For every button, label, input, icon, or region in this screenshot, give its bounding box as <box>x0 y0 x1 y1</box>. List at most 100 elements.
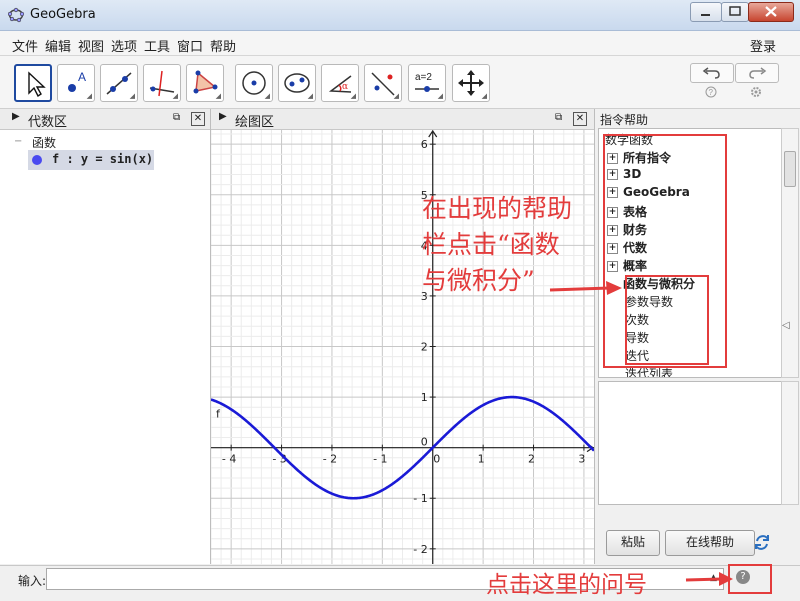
tool-point[interactable]: A ◢ <box>57 64 95 102</box>
gear-icon[interactable] <box>750 86 762 101</box>
algebra-item-row[interactable]: f : y = sin(x) <box>28 150 154 170</box>
tool-circle[interactable]: ◢ <box>235 64 273 102</box>
command-tree-label: 迭代 <box>625 349 650 363</box>
origin-label: 0 <box>421 436 428 449</box>
command-tree-item[interactable]: + 概率 <box>607 257 647 274</box>
expand-plus-icon[interactable]: + <box>607 261 618 272</box>
graphics-close-icon[interactable]: ✕ <box>573 112 587 126</box>
command-tree-item[interactable]: + 所有指令 <box>607 149 671 166</box>
minimize-button[interactable] <box>690 2 722 22</box>
command-tree-label: 所有指令 <box>623 151 672 165</box>
command-tree-label: 次数 <box>625 313 650 327</box>
x-tick-label: 2 <box>528 453 535 466</box>
command-tree-label: 参数导数 <box>625 295 674 309</box>
menu-view[interactable]: 视图 <box>78 36 104 55</box>
paste-button[interactable]: 粘贴 <box>606 530 660 556</box>
expand-plus-icon[interactable]: + <box>607 207 618 218</box>
command-tree-item[interactable]: 导数 <box>625 329 649 346</box>
tool-slider[interactable]: a=2 ◢ <box>408 64 446 102</box>
input-help-icon[interactable]: ? <box>736 570 750 584</box>
redo-button[interactable] <box>735 63 779 83</box>
expand-plus-icon[interactable]: + <box>607 243 618 254</box>
redo-icon <box>749 67 767 79</box>
slider-label: a=2 <box>415 72 432 83</box>
x-tick-label: - 1 <box>373 453 387 466</box>
algebra-close-icon[interactable]: ✕ <box>191 112 205 126</box>
command-tree-item[interactable]: +3D <box>607 167 641 181</box>
algebra-item-formula: f : y = sin(x) <box>52 152 154 166</box>
close-window-button[interactable] <box>748 2 794 22</box>
input-dropdown-icon[interactable]: ▲ <box>710 573 717 583</box>
command-tree-item[interactable]: + GeoGebra <box>607 185 690 199</box>
undock-icon[interactable]: ⧉ <box>173 112 180 123</box>
command-syntax-area[interactable] <box>598 381 782 505</box>
tool-perpendicular[interactable]: ◢ <box>143 64 181 102</box>
window-title: GeoGebra <box>30 7 96 22</box>
algebra-view-title: 代数区 <box>28 115 68 130</box>
command-tree-item[interactable]: 次数 <box>625 311 649 328</box>
tree-scrollbar[interactable] <box>781 128 799 378</box>
command-tree-item[interactable]: + 财务 <box>607 221 647 238</box>
y-tick-label: - 2 <box>413 543 427 556</box>
toolbar: A ◢ ◢ ◢ ◢ ◢ ◢ α ◢ ◢ a=2 ◢ ◢ <box>0 56 800 109</box>
maximize-button[interactable] <box>721 2 749 22</box>
menu-tools[interactable]: 工具 <box>144 36 170 55</box>
tool-move[interactable] <box>14 64 52 102</box>
online-help-button[interactable]: 在线帮助 <box>665 530 755 556</box>
expand-plus-icon[interactable]: + <box>607 187 618 198</box>
command-tree[interactable]: 数学函数 + 所有指令 +3D + GeoGebra + 表格 + 财务 + 代数 + 概率 函数与微积分参… <box>598 128 782 378</box>
svg-text:?: ? <box>709 88 714 97</box>
help-circle-icon[interactable]: ? <box>705 86 717 101</box>
command-tree-item[interactable]: 数学函数 <box>605 131 653 148</box>
menu-edit[interactable]: 编辑 <box>45 36 71 55</box>
command-tree-item[interactable]: 参数导数 <box>625 293 673 310</box>
tool-angle[interactable]: α ◢ <box>321 64 359 102</box>
graphics-view-header: ▶ 绘图区 ⧉ ✕ <box>211 109 594 130</box>
tool-ellipse[interactable]: ◢ <box>278 64 316 102</box>
tool-move-graphics[interactable]: ◢ <box>452 64 490 102</box>
tree-collapse-icon[interactable]: − <box>14 136 22 147</box>
expand-plus-icon[interactable]: + <box>607 153 618 164</box>
command-tree-item[interactable]: 迭代列表 <box>625 365 673 377</box>
command-tree-label: 函数与微积分 <box>623 277 696 291</box>
panel-expand-arrow-icon[interactable]: ◁ <box>782 320 790 331</box>
tool-line[interactable]: ◢ <box>100 64 138 102</box>
help-panel-title: 指令帮助 <box>600 113 649 127</box>
refresh-icon[interactable] <box>753 533 771 554</box>
login-link[interactable]: 登录 <box>750 36 776 55</box>
command-tree-item[interactable]: 函数与微积分 <box>607 275 695 292</box>
command-tree-label: 财务 <box>623 223 648 237</box>
undock-icon[interactable]: ⧉ <box>555 112 562 123</box>
command-tree-item[interactable]: + 表格 <box>607 203 647 220</box>
command-help-panel: 指令帮助 数学函数 + 所有指令 +3D + GeoGebra + 表格 + 财务 + 代数 + 概率 函数… <box>595 109 800 564</box>
function-label: f <box>216 407 221 420</box>
expand-plus-icon[interactable]: + <box>607 169 618 180</box>
x-tick-label: 0 <box>433 453 440 466</box>
syntax-scrollbar[interactable] <box>781 381 799 505</box>
tool-polygon[interactable]: ◢ <box>186 64 224 102</box>
y-tick-label: 1 <box>421 391 428 404</box>
tool-reflect[interactable]: ◢ <box>364 64 402 102</box>
menu-bar: 文件 编辑 视图 选项 工具 窗口 帮助 登录 <box>0 31 800 56</box>
annotation-text-help: 在出现的帮助 栏点击“函数 与微积分” <box>422 191 572 299</box>
x-tick-label: - 2 <box>323 453 337 466</box>
collapse-arrow-icon[interactable]: ▶ <box>12 111 20 122</box>
annotation-line-3: 与微积分” <box>422 266 535 295</box>
menu-help[interactable]: 帮助 <box>210 36 236 55</box>
command-tree-item[interactable]: + 代数 <box>607 239 647 256</box>
annotation-line-1: 在出现的帮助 <box>422 194 573 223</box>
undo-button[interactable] <box>690 63 734 83</box>
command-tree-label: 表格 <box>623 205 648 219</box>
x-tick-label: - 4 <box>222 453 236 466</box>
geogebra-logo-icon <box>7 7 25 23</box>
menu-window[interactable]: 窗口 <box>177 36 203 55</box>
command-tree-item[interactable]: 迭代 <box>625 347 649 364</box>
collapse-arrow-icon[interactable]: ▶ <box>219 111 227 122</box>
command-tree-label: 3D <box>623 167 642 181</box>
algebra-group-label: 函数 <box>32 136 57 150</box>
expand-plus-icon[interactable]: + <box>607 225 618 236</box>
visibility-dot-icon[interactable] <box>32 155 42 165</box>
menu-file[interactable]: 文件 <box>12 36 38 55</box>
input-label: 输入: <box>18 574 47 588</box>
menu-options[interactable]: 选项 <box>111 36 137 55</box>
